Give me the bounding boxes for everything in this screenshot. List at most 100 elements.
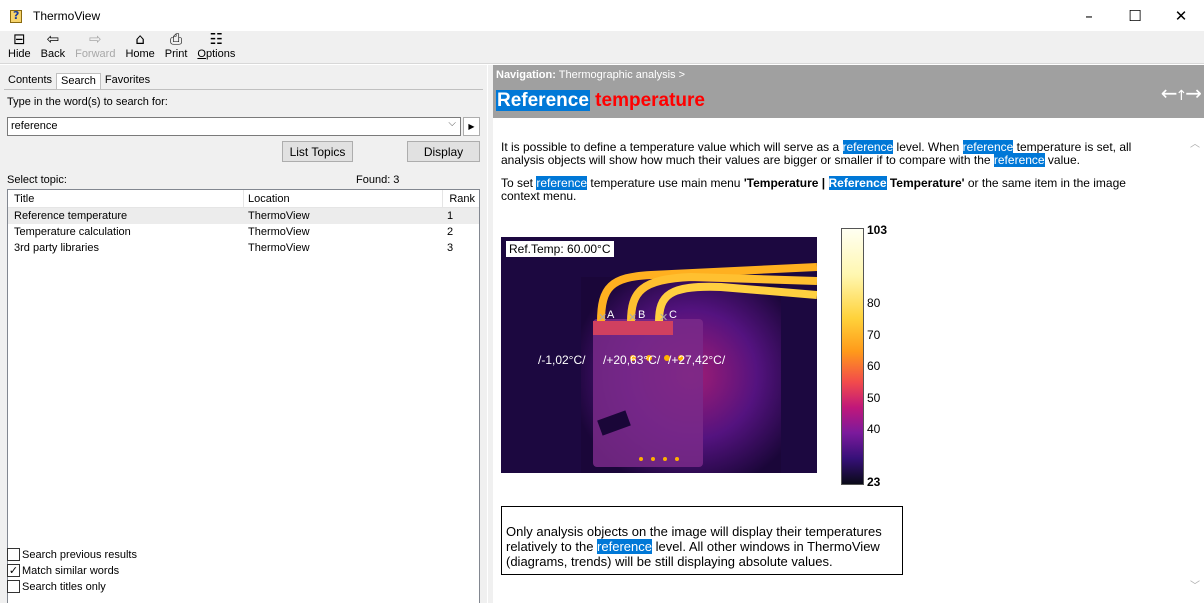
print-button[interactable]: ⎙ Print [165, 31, 188, 63]
minimize-button[interactable]: – [1066, 0, 1112, 31]
back-button[interactable]: ⇦ Back [41, 31, 65, 63]
help-app-icon: ? [9, 8, 25, 24]
previous-arrow-icon[interactable]: ← [1161, 81, 1178, 105]
hide-label: Hide [8, 48, 31, 60]
title-bar: ? ThermoView – ☐ ✕ [0, 0, 1204, 31]
search-input[interactable]: reference ⌵ [7, 117, 461, 136]
display-button[interactable]: Display [407, 141, 480, 162]
column-header-rank[interactable]: Rank [443, 190, 479, 208]
maximize-button[interactable]: ☐ [1112, 0, 1158, 31]
column-header-location[interactable]: Location [244, 189, 443, 208]
colorbar-tick: 70 [867, 328, 881, 342]
search-previous-option[interactable]: Search previous results [7, 548, 137, 561]
paragraph-1: It is possible to define a temperature v… [501, 140, 1132, 167]
options-button[interactable]: ☷ Options [197, 31, 235, 63]
search-go-button[interactable]: ▶ [463, 117, 480, 136]
close-button[interactable]: ✕ [1158, 0, 1204, 31]
chevron-down-icon[interactable]: ⌵ [448, 118, 456, 129]
home-icon: ⌂ [135, 30, 145, 48]
svg-text:✕: ✕ [598, 311, 607, 324]
next-arrow-icon[interactable]: → [1185, 81, 1202, 105]
search-previous-label: Search previous results [22, 548, 137, 561]
options-icon: ☷ [209, 30, 224, 48]
nav-tabs: Contents Search Favorites [4, 73, 154, 89]
titles-only-option[interactable]: Search titles only [7, 580, 106, 593]
results-list[interactable]: Title Location Rank Reference temperatur… [7, 189, 480, 603]
result-location: ThermoView [248, 226, 310, 238]
scroll-down-icon[interactable]: ﹀ [1190, 577, 1200, 592]
colorbar-max: 103 [867, 223, 888, 237]
result-rank: 3 [447, 242, 454, 254]
svg-text:✕: ✕ [628, 311, 637, 324]
topic-content: It is possible to define a temperature v… [501, 140, 1141, 213]
title-highlight: Reference [496, 90, 590, 111]
colorbar-tick: 60 [867, 359, 881, 373]
column-header-title[interactable]: Title [8, 189, 244, 208]
result-row[interactable]: Temperature calculation ThermoView 2 [8, 224, 479, 240]
up-arrow-icon[interactable]: ↑ [1176, 88, 1188, 104]
options-label: Options [197, 48, 236, 60]
scroll-up-icon[interactable]: ︿ [1190, 135, 1200, 150]
home-button[interactable]: ⌂ Home [125, 31, 154, 63]
back-arrow-icon: ⇦ [46, 30, 60, 48]
title-rest: temperature [595, 90, 705, 111]
search-query: reference [11, 120, 58, 132]
delta-c-label: /+27,42°C/ [668, 353, 726, 367]
titles-only-label: Search titles only [22, 580, 106, 593]
breadcrumb-link[interactable]: Thermographic analysis > [559, 69, 685, 81]
tab-contents[interactable]: Contents [4, 73, 56, 89]
forward-arrow-icon: ⇨ [88, 30, 102, 48]
select-topic-label: Select topic: [7, 174, 67, 186]
hide-button[interactable]: ⊟ Hide [8, 31, 31, 63]
result-row[interactable]: 3rd party libraries ThermoView 3 [8, 240, 479, 256]
search-previous-checkbox[interactable] [7, 548, 20, 561]
paragraph-2: To set reference temperature use main me… [501, 176, 1126, 203]
tab-favorites[interactable]: Favorites [101, 73, 154, 89]
result-title: Temperature calculation [14, 226, 131, 238]
topic-pane: Navigation: Thermographic analysis > Ref… [493, 65, 1204, 603]
window-title: ThermoView [33, 8, 101, 23]
topic-header: Navigation: Thermographic analysis > Ref… [493, 65, 1204, 118]
results-header: Title Location Rank [8, 189, 479, 208]
found-count: Found: 3 [356, 174, 400, 186]
result-location: ThermoView [248, 210, 310, 222]
result-location: ThermoView [248, 242, 310, 254]
colorbar-tick: 80 [867, 296, 881, 310]
breadcrumb-prefix: Navigation: [496, 69, 556, 81]
thermal-image: ✕ ✕ ✕ Ref.Temp: 60.00°C A B C /-1,02°C/ … [501, 237, 817, 473]
note-box: Only analysis objects on the image will … [501, 506, 903, 575]
temperature-colorbar [841, 228, 864, 485]
home-label: Home [125, 48, 155, 60]
colorbar-min: 23 [867, 475, 881, 489]
match-similar-checkbox[interactable]: ✓ [7, 564, 20, 577]
forward-label: Forward [75, 48, 116, 60]
delta-a-label: /-1,02°C/ [538, 353, 586, 367]
play-arrow-icon: ▶ [468, 122, 475, 131]
point-a-label: A [607, 309, 615, 321]
colorbar-tick: 40 [867, 422, 881, 436]
breadcrumb: Navigation: Thermographic analysis > [496, 69, 685, 81]
navigation-pane: Contents Search Favorites Type in the wo… [0, 65, 487, 603]
result-row[interactable]: Reference temperature ThermoView 1 [8, 208, 479, 224]
back-label: Back [40, 48, 66, 60]
svg-text:✕: ✕ [659, 311, 668, 324]
tab-search[interactable]: Search [56, 73, 101, 89]
topic-nav-arrows[interactable]: ←↑→ [1161, 81, 1202, 105]
delta-b-label: /+20,63°C/ [603, 353, 661, 367]
point-c-label: C [669, 309, 677, 321]
print-label: Print [164, 48, 188, 60]
result-title: Reference temperature [14, 210, 128, 222]
result-rank: 1 [447, 210, 454, 222]
result-title: 3rd party libraries [14, 242, 99, 254]
forward-button[interactable]: ⇨ Forward [75, 31, 115, 63]
colorbar-tick: 50 [867, 391, 881, 405]
list-topics-button[interactable]: List Topics [282, 141, 353, 162]
match-similar-label: Match similar words [22, 564, 120, 577]
hide-pane-icon: ⊟ [13, 30, 26, 48]
point-b-label: B [638, 309, 646, 321]
titles-only-checkbox[interactable] [7, 580, 20, 593]
match-similar-option[interactable]: ✓ Match similar words [7, 564, 119, 577]
search-hint: Type in the word(s) to search for: [7, 96, 168, 108]
page-title: Reference temperature [496, 90, 705, 112]
result-rank: 2 [447, 226, 454, 238]
